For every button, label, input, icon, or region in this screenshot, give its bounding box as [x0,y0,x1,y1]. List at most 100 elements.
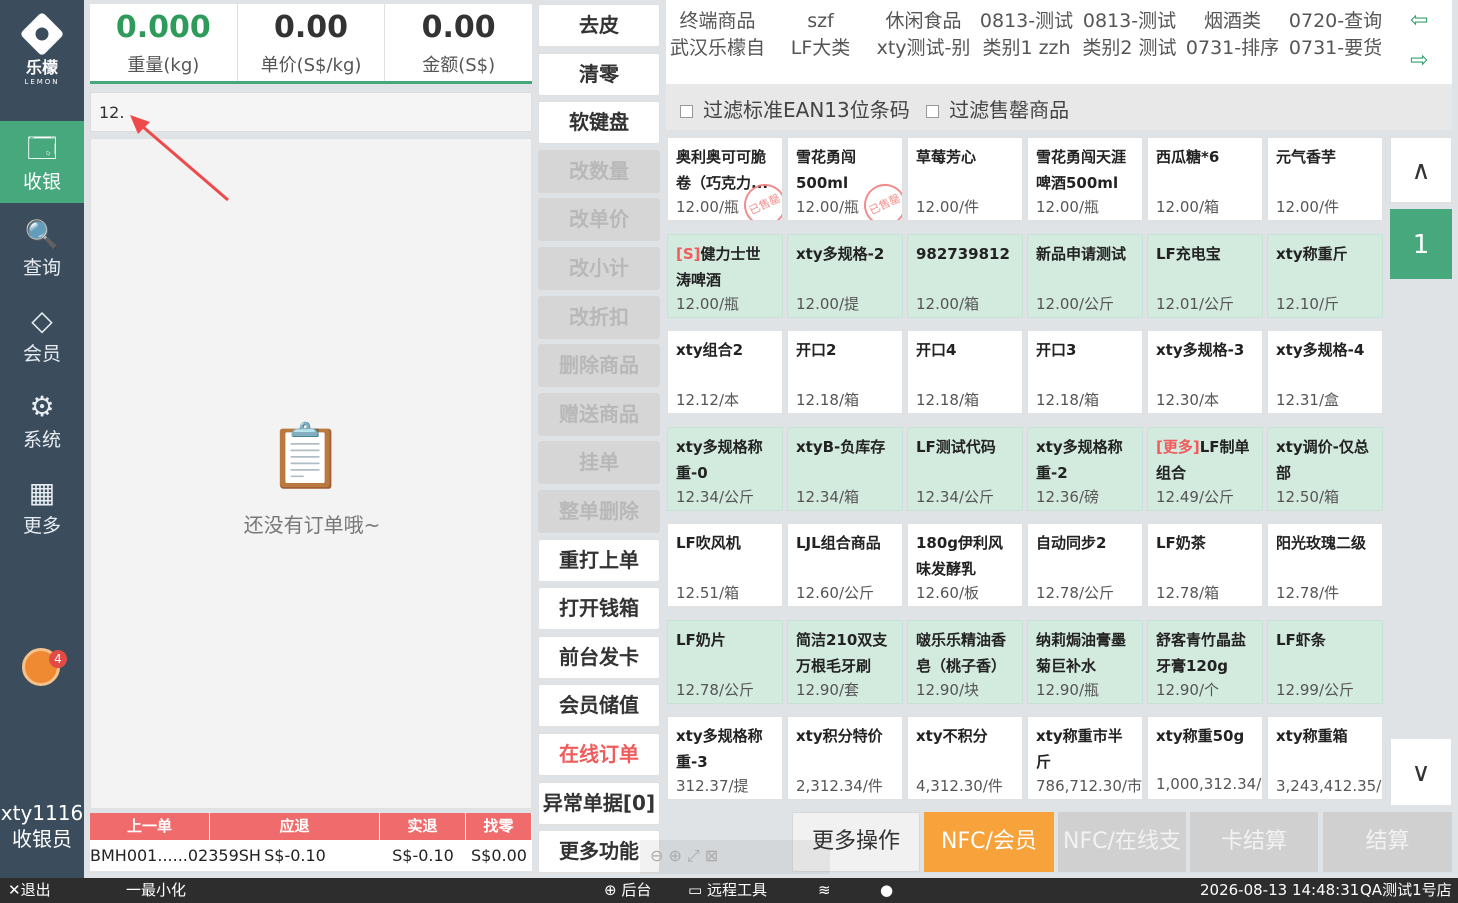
product-tile[interactable]: LF吹风机 12.51/箱 [667,523,783,607]
product-tile[interactable]: 纳莉焗油膏墨菊巨补水900g 12.90/瓶 [1027,619,1143,704]
soldout-filter-checkbox[interactable] [926,105,940,118]
product-tile[interactable]: xty多规格称重-0 12.34/公斤 [667,426,783,511]
product-tile[interactable]: xty称重箱 3,243,412.35/箱 [1267,716,1383,800]
product-tile[interactable]: xty组合2 12.12/本 [667,330,783,414]
product-tile[interactable]: 简洁210双支万根毛牙刷 12.90/套 [787,619,903,704]
category-tab[interactable]: 武汉乐檬自己建商品... [666,35,769,61]
cat-prev-arrow-icon[interactable]: ⇦ [1410,8,1428,33]
sidebar-item-query[interactable]: 🔍 查询 [0,207,84,289]
exit-button[interactable]: ✕退出 [8,878,51,903]
function-button-15[interactable]: 在线订单[266] [538,733,660,807]
function-button-16[interactable]: 异常单据[0] [538,781,660,825]
product-tile[interactable]: xty称重斤 12.10/斤 [1267,233,1383,318]
category-tab[interactable]: 0813-测试 [975,8,1078,34]
category-tab[interactable]: 0813-测试 [1078,8,1181,34]
remote-tool-link[interactable]: ▭ 远程工具 [688,878,767,903]
product-tile[interactable]: 奥利奥可可脆卷（巧克力... 12.00/瓶 已售罄 [667,137,783,221]
product-tile[interactable]: xtyB-负库存 12.34/箱 [787,426,903,511]
function-button-4[interactable]: 改单价 [538,198,660,242]
product-name: LF奶茶 [1156,530,1254,582]
sidebar-item-cash[interactable]: 🗔 收银 [0,121,84,203]
function-button-1[interactable]: 清零 [538,52,660,96]
product-tile[interactable]: xty积分特价 2,312.34/件 [787,716,903,800]
product-name-text: xty多规格-2 [796,244,885,263]
action-button-3[interactable]: 卡结算 [1190,812,1318,872]
category-tab[interactable]: xty测试-别改我商品 [872,35,975,61]
product-tile[interactable]: 啵乐乐精油香皂（桃子香） 12.90/块 [907,619,1023,704]
product-tile[interactable]: 自动同步2 12.78/公斤 [1027,523,1143,607]
ean13-filter-checkbox[interactable] [680,105,693,118]
cashier-name: xty1116 [0,801,84,825]
product-price: 12.00/箱 [1156,198,1219,216]
function-button-6[interactable]: 改折扣 [538,295,660,339]
action-button-2[interactable]: NFC/在线支付 [1058,812,1186,903]
product-tile[interactable]: 开口4 12.18/箱 [907,330,1023,414]
category-tab[interactable]: 休闲食品 [872,8,975,34]
product-tile[interactable]: LF充电宝 12.01/公斤 [1147,233,1263,318]
function-button-5[interactable]: 改小计 [538,247,660,290]
product-tile[interactable]: [S]健力士世涛啤酒 12.00/瓶 [667,233,783,318]
product-tile[interactable]: 雪花勇闯天涯啤酒500ml 12.00/瓶 [1027,137,1143,221]
product-tile[interactable]: xty不积分 4,312.30/件 [907,716,1023,800]
category-tab[interactable]: 类别1 zzh功能测试 [975,35,1078,61]
product-tile[interactable]: 开口3 12.18/箱 [1027,330,1143,414]
action-button-4[interactable]: 结算 [1323,812,1452,872]
product-tile[interactable]: 西瓜糖*6 12.00/箱 [1147,137,1263,221]
product-tile[interactable]: 元气香芋 12.00/件 [1267,137,1383,221]
product-price: 12.00/件 [1276,198,1339,216]
product-tile[interactable]: xty多规格-3 12.30/本 [1147,330,1263,414]
page-up-button[interactable]: ∧ [1390,137,1452,203]
product-tile[interactable]: LJL组合商品 12.60/公斤 [787,523,903,607]
product-tile[interactable]: 新品申请测试 12.00/公斤 [1027,233,1143,318]
backend-link[interactable]: ⊕ 后台 [604,878,651,903]
sidebar-item-system[interactable]: ⚙ 系统 [0,379,84,461]
product-tile[interactable]: LF测试代码 12.34/公斤 [907,426,1023,511]
product-name-text: xty组合2 [676,341,744,359]
category-tab[interactable]: 0731-排序类别 [1181,35,1284,61]
product-tile[interactable]: LF奶茶 12.78/箱 [1147,523,1263,607]
function-button-2[interactable]: 软键盘 [538,101,660,145]
product-name: 新品申请测试 [1036,241,1134,293]
function-button-9[interactable]: 挂单 [538,441,660,485]
function-button-12[interactable]: 打开钱箱 [538,587,660,631]
function-button-14[interactable]: 会员储值 [538,684,660,728]
product-tile[interactable]: xty调价-仅总部 12.50/箱 [1267,426,1383,511]
product-tile[interactable]: 180g伊利风味发酵乳 12.60/板 [907,523,1023,607]
category-tab[interactable]: szf [769,8,872,34]
product-tile[interactable]: 舒客青竹晶盐牙膏120g 12.90/个 [1147,619,1263,704]
function-button-3[interactable]: 改数量 [538,149,660,193]
function-button-7[interactable]: 删除商品 [538,344,660,388]
product-price: 3,243,412.35/箱 [1276,777,1382,795]
sidebar-item-more[interactable]: ▦ 更多 [0,465,84,547]
function-button-0[interactable]: 去皮 [538,4,660,47]
product-tile[interactable]: xty多规格-2 12.00/提 [787,233,903,318]
product-tile[interactable]: 开口2 12.18/箱 [787,330,903,414]
category-tab[interactable]: 终端商品 [666,8,769,34]
function-button-8[interactable]: 赠送商品 [538,392,660,436]
product-tile[interactable]: xty多规格称重-2 12.36/磅 [1027,426,1143,511]
cat-next-arrow-icon[interactable]: ⇨ [1410,48,1428,73]
product-tile[interactable]: xty称重市半斤 786,712.30/市斤 [1027,716,1143,800]
minimize-button[interactable]: 一最小化 [126,878,186,903]
product-tile[interactable]: xty称重50g 1,000,312.34/50g [1147,716,1263,800]
product-tile[interactable]: 雪花勇闯500ml 12.00/瓶 已售罄 [787,137,903,221]
product-tile[interactable]: LF奶片 12.78/公斤 [667,619,783,704]
action-button-1[interactable]: NFC/会员 [924,812,1054,872]
page-down-button[interactable]: ∨ [1390,738,1452,806]
product-tile[interactable]: xty多规格-4 12.31/盒 [1267,330,1383,414]
product-tile[interactable]: LF虾条 12.99/公斤 [1267,619,1383,704]
product-tile[interactable]: [更多]LF制单组合 12.49/公斤 [1147,426,1263,511]
product-tile[interactable]: xty多规格称重-3 312.37/提 [667,716,783,800]
category-tab[interactable]: 0731-要货周期-分类 [1284,35,1387,61]
function-button-10[interactable]: 整单删除 [538,490,660,533]
category-tab[interactable]: 0720-查询 [1284,8,1387,34]
category-tab[interactable]: 类别2 测试商品排序 [1078,35,1181,61]
function-button-11[interactable]: 重打上单 [538,538,660,582]
sidebar-item-member[interactable]: ◇ 会员 [0,293,84,375]
function-button-13[interactable]: 前台发卡 [538,635,660,679]
product-tile[interactable]: 982739812 12.00/箱 [907,233,1023,318]
product-tile[interactable]: 草莓芳心 12.00/件 [907,137,1023,221]
category-tab[interactable]: 烟酒类 [1181,8,1284,34]
category-tab[interactable]: LF大类 [769,35,872,61]
product-tile[interactable]: 阳光玫瑰二级 12.78/件 [1267,523,1383,607]
